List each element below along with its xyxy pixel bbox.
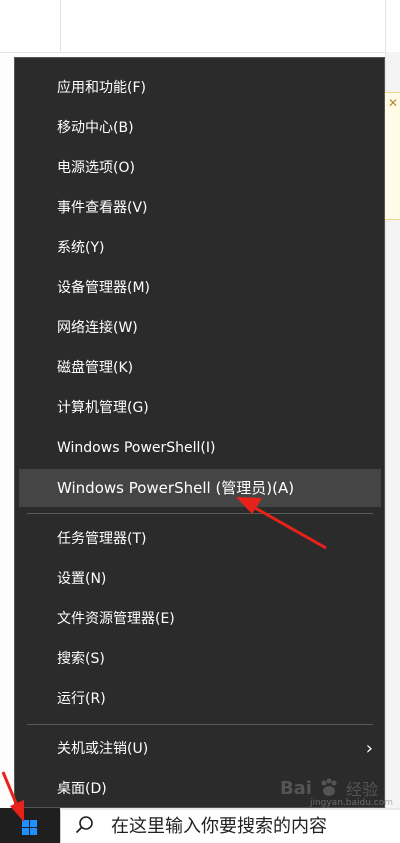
menu-item-powershell-admin[interactable]: Windows PowerShell (管理员)(A) [19, 469, 381, 507]
search-placeholder: 在这里输入你要搜索的内容 [111, 816, 327, 837]
paw-icon [321, 778, 337, 796]
windows-logo-icon [22, 820, 37, 835]
background-toolbar [0, 0, 400, 53]
menu-item-network-connections[interactable]: 网络连接(W) [19, 309, 381, 347]
menu-item-power-options[interactable]: 电源选项(O) [19, 149, 381, 187]
menu-item-powershell[interactable]: Windows PowerShell(I) [19, 429, 381, 467]
chevron-right-icon: › [365, 738, 373, 759]
baidu-watermark: Bai 经验 jingyan.baidu.com [279, 776, 393, 809]
menu-item-file-explorer[interactable]: 文件资源管理器(E) [19, 600, 381, 638]
watermark-url: jingyan.baidu.com [309, 798, 393, 808]
menu-item-computer-management[interactable]: 计算机管理(G) [19, 389, 381, 427]
menu-separator [27, 513, 373, 514]
toolbar-divider [385, 0, 386, 52]
menu-separator [27, 724, 373, 725]
toolbar-divider [60, 0, 61, 52]
menu-item-settings[interactable]: 设置(N) [19, 560, 381, 598]
menu-item-label: 关机或注销(U) [57, 741, 149, 757]
close-icon[interactable]: ✕ [388, 96, 398, 110]
menu-item-mobility-center[interactable]: 移动中心(B) [19, 109, 381, 147]
taskbar-search-box[interactable]: 在这里输入你要搜索的内容 [60, 810, 400, 843]
menu-item-device-manager[interactable]: 设备管理器(M) [19, 269, 381, 307]
menu-item-run[interactable]: 运行(R) [19, 680, 381, 718]
menu-item-event-viewer[interactable]: 事件查看器(V) [19, 189, 381, 227]
search-icon [75, 816, 93, 834]
menu-item-apps-features[interactable]: 应用和功能(F) [19, 69, 381, 107]
menu-item-search[interactable]: 搜索(S) [19, 640, 381, 678]
winx-context-menu: 应用和功能(F) 移动中心(B) 电源选项(O) 事件查看器(V) 系统(Y) … [14, 57, 385, 808]
watermark-sub-text: 经验 [345, 780, 378, 799]
menu-item-task-manager[interactable]: 任务管理器(T) [19, 520, 381, 558]
menu-item-disk-management[interactable]: 磁盘管理(K) [19, 349, 381, 387]
menu-item-shutdown-signout[interactable]: 关机或注销(U) › [19, 730, 381, 768]
menu-item-system[interactable]: 系统(Y) [19, 229, 381, 267]
background-notice-panel: ✕ [385, 92, 400, 220]
watermark-logo-text: Bai [279, 777, 312, 799]
start-button[interactable] [0, 808, 60, 843]
